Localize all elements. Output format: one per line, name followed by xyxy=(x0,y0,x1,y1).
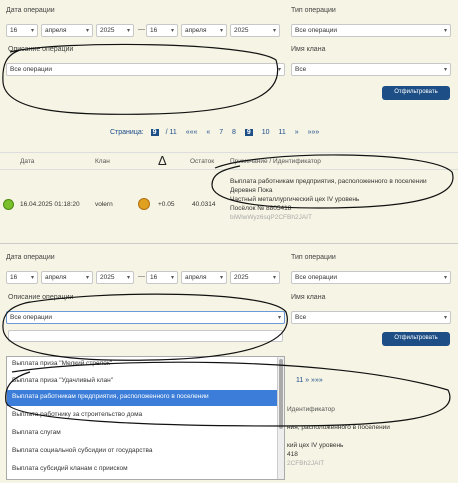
chevron-down-icon: ▾ xyxy=(272,275,276,281)
clan-label: Имя клана xyxy=(291,46,326,53)
page-prev[interactable]: « xyxy=(206,129,210,136)
row-note-2: Деревня Пока xyxy=(230,187,273,194)
dropdown-option[interactable]: Выплата субсидий кланам с прииском xyxy=(7,462,284,478)
chevron-down-icon: ▾ xyxy=(219,28,223,34)
month-to-select-2[interactable]: апреля ▾ xyxy=(181,271,227,284)
op-type-select-2[interactable]: Все операции ▾ xyxy=(291,271,451,284)
date-dash: — xyxy=(138,26,145,33)
page-first[interactable]: ««« xyxy=(186,129,198,136)
row-delta: +0.05 xyxy=(158,201,175,208)
row-note-3: Частный металлургический цех IV уровень xyxy=(230,196,360,203)
row-date: 16.04.2025 01:18:20 xyxy=(20,201,80,208)
clan-label-2: Имя клана xyxy=(291,294,326,301)
pager-total: / 11 xyxy=(165,129,177,136)
op-type-label-2: Тип операции xyxy=(291,254,336,261)
op-desc-dropdown-list[interactable]: Выплата приза "Мелкий стрелок" Выплата п… xyxy=(6,356,285,480)
day-to-select[interactable]: 16 ▾ xyxy=(146,24,178,37)
day-to-select-2[interactable]: 16 ▾ xyxy=(146,271,178,284)
row-note-5: biWlwWyz6sqP2CFBh2JAIT xyxy=(230,214,312,221)
chevron-down-icon: ▾ xyxy=(30,28,34,34)
dropdown-option-selected[interactable]: Выплата работникам предприятия, располож… xyxy=(7,390,284,406)
pager-current: 9 xyxy=(150,129,159,136)
col-note-partial: Идентификатор xyxy=(287,406,335,413)
page-next[interactable]: » xyxy=(295,129,299,136)
clan-select[interactable]: Все ▾ xyxy=(291,63,451,76)
day-from-select-2[interactable]: 16 ▾ xyxy=(6,271,38,284)
chevron-down-icon: ▾ xyxy=(443,28,447,34)
page-8[interactable]: 8 xyxy=(232,129,236,136)
page-7[interactable]: 7 xyxy=(219,129,223,136)
col-date: Дата xyxy=(20,158,35,165)
table-header-line xyxy=(0,169,458,170)
year-to-select[interactable]: 2025 ▾ xyxy=(230,24,280,37)
op-desc-label: Описание операции xyxy=(8,46,74,53)
filter-button-2[interactable]: Отфильтровать xyxy=(382,332,450,346)
page-11[interactable]: 11 xyxy=(279,129,286,136)
scrollbar-thumb[interactable] xyxy=(279,359,283,429)
year-from-select-2[interactable]: 2025 ▾ xyxy=(96,271,134,284)
coin-icon xyxy=(138,198,150,210)
month-from-select-2[interactable]: апреля ▾ xyxy=(41,271,93,284)
op-desc-select-open[interactable]: Все операции ▾ xyxy=(6,311,285,324)
year-from-select[interactable]: 2025 ▾ xyxy=(96,24,134,37)
dropdown-option[interactable]: Выплата приза "Мелкий стрелок" xyxy=(7,357,284,373)
pagination-partial[interactable]: 11 » »»» xyxy=(296,377,323,384)
chevron-down-icon: ▾ xyxy=(272,28,276,34)
day-from-select[interactable]: 16 ▾ xyxy=(6,24,38,37)
col-clan: Клан xyxy=(95,158,110,165)
dropdown-search-input[interactable] xyxy=(8,330,283,342)
chevron-down-icon: ▾ xyxy=(126,28,130,34)
row-clan[interactable]: volern xyxy=(95,201,113,208)
filter-button[interactable]: Отфильтровать xyxy=(382,86,450,100)
chevron-down-icon: ▾ xyxy=(30,275,34,281)
partial-note-c: 418 xyxy=(287,451,298,458)
chevron-down-icon: ▾ xyxy=(277,315,281,321)
year-to-select-2[interactable]: 2025 ▾ xyxy=(230,271,280,284)
date-dash-2: — xyxy=(138,273,145,280)
partial-note-b: кий цех IV уровень xyxy=(287,442,344,449)
chevron-down-icon: ▾ xyxy=(443,315,447,321)
month-to-select[interactable]: апреля ▾ xyxy=(181,24,227,37)
partial-note-d: 2CFBh2JAIT xyxy=(287,460,325,467)
chevron-down-icon: ▾ xyxy=(277,67,281,73)
op-type-label: Тип операции xyxy=(291,7,336,14)
pager-label: Страница: xyxy=(110,129,144,136)
page-9[interactable]: 9 xyxy=(244,129,253,136)
dropdown-option[interactable]: Выплата социальной субсидии от государст… xyxy=(7,444,284,460)
chevron-down-icon: ▾ xyxy=(170,28,174,34)
chevron-down-icon: ▾ xyxy=(443,67,447,73)
month-from-select[interactable]: апреля ▾ xyxy=(41,24,93,37)
pagination: Страница: 9 / 11 ««« « 7 8 9 10 11 » »»» xyxy=(110,129,326,136)
page-last[interactable]: »»» xyxy=(308,129,320,136)
chevron-down-icon: ▾ xyxy=(85,275,89,281)
op-desc-select[interactable]: Все операции ▾ xyxy=(6,63,285,76)
op-type-select[interactable]: Все операции ▾ xyxy=(291,24,451,37)
row-note-4: Посёлок № 8805418 xyxy=(230,205,292,212)
clan-select-2[interactable]: Все ▾ xyxy=(291,311,451,324)
table-top-line xyxy=(0,152,458,153)
op-desc-label-2: Описание операции xyxy=(8,294,74,301)
dropdown-scrollbar[interactable] xyxy=(277,357,284,479)
col-delta: Δ xyxy=(158,153,167,168)
page-10[interactable]: 10 xyxy=(262,129,270,136)
row-balance: 40.0314 xyxy=(192,201,216,208)
chevron-down-icon: ▾ xyxy=(443,275,447,281)
partial-note-a: ния, расположенного в поселении xyxy=(287,424,390,431)
chevron-down-icon: ▾ xyxy=(170,275,174,281)
panel-top: Дата операции 16 ▾ апреля ▾ 2025 ▾ — 16 ▾ ап… xyxy=(0,0,458,243)
chevron-down-icon: ▾ xyxy=(219,275,223,281)
dropdown-option[interactable]: Выплата приза "Удачливый клан" xyxy=(7,374,284,390)
chevron-down-icon: ▾ xyxy=(126,275,130,281)
date-label: Дата операции xyxy=(6,7,55,14)
dropdown-option[interactable]: Выплата работнику за строительство дома xyxy=(7,408,284,424)
row-note-1: Выплата работникам предприятия, располож… xyxy=(230,178,427,185)
arrow-right-icon xyxy=(3,199,14,210)
chevron-down-icon: ▾ xyxy=(85,28,89,34)
dropdown-option[interactable]: Выплата слугам xyxy=(7,426,284,442)
col-balance: Остаток xyxy=(190,158,215,165)
col-note: Примечание / Идентификатор xyxy=(230,158,321,165)
date-label-2: Дата операции xyxy=(6,254,55,261)
